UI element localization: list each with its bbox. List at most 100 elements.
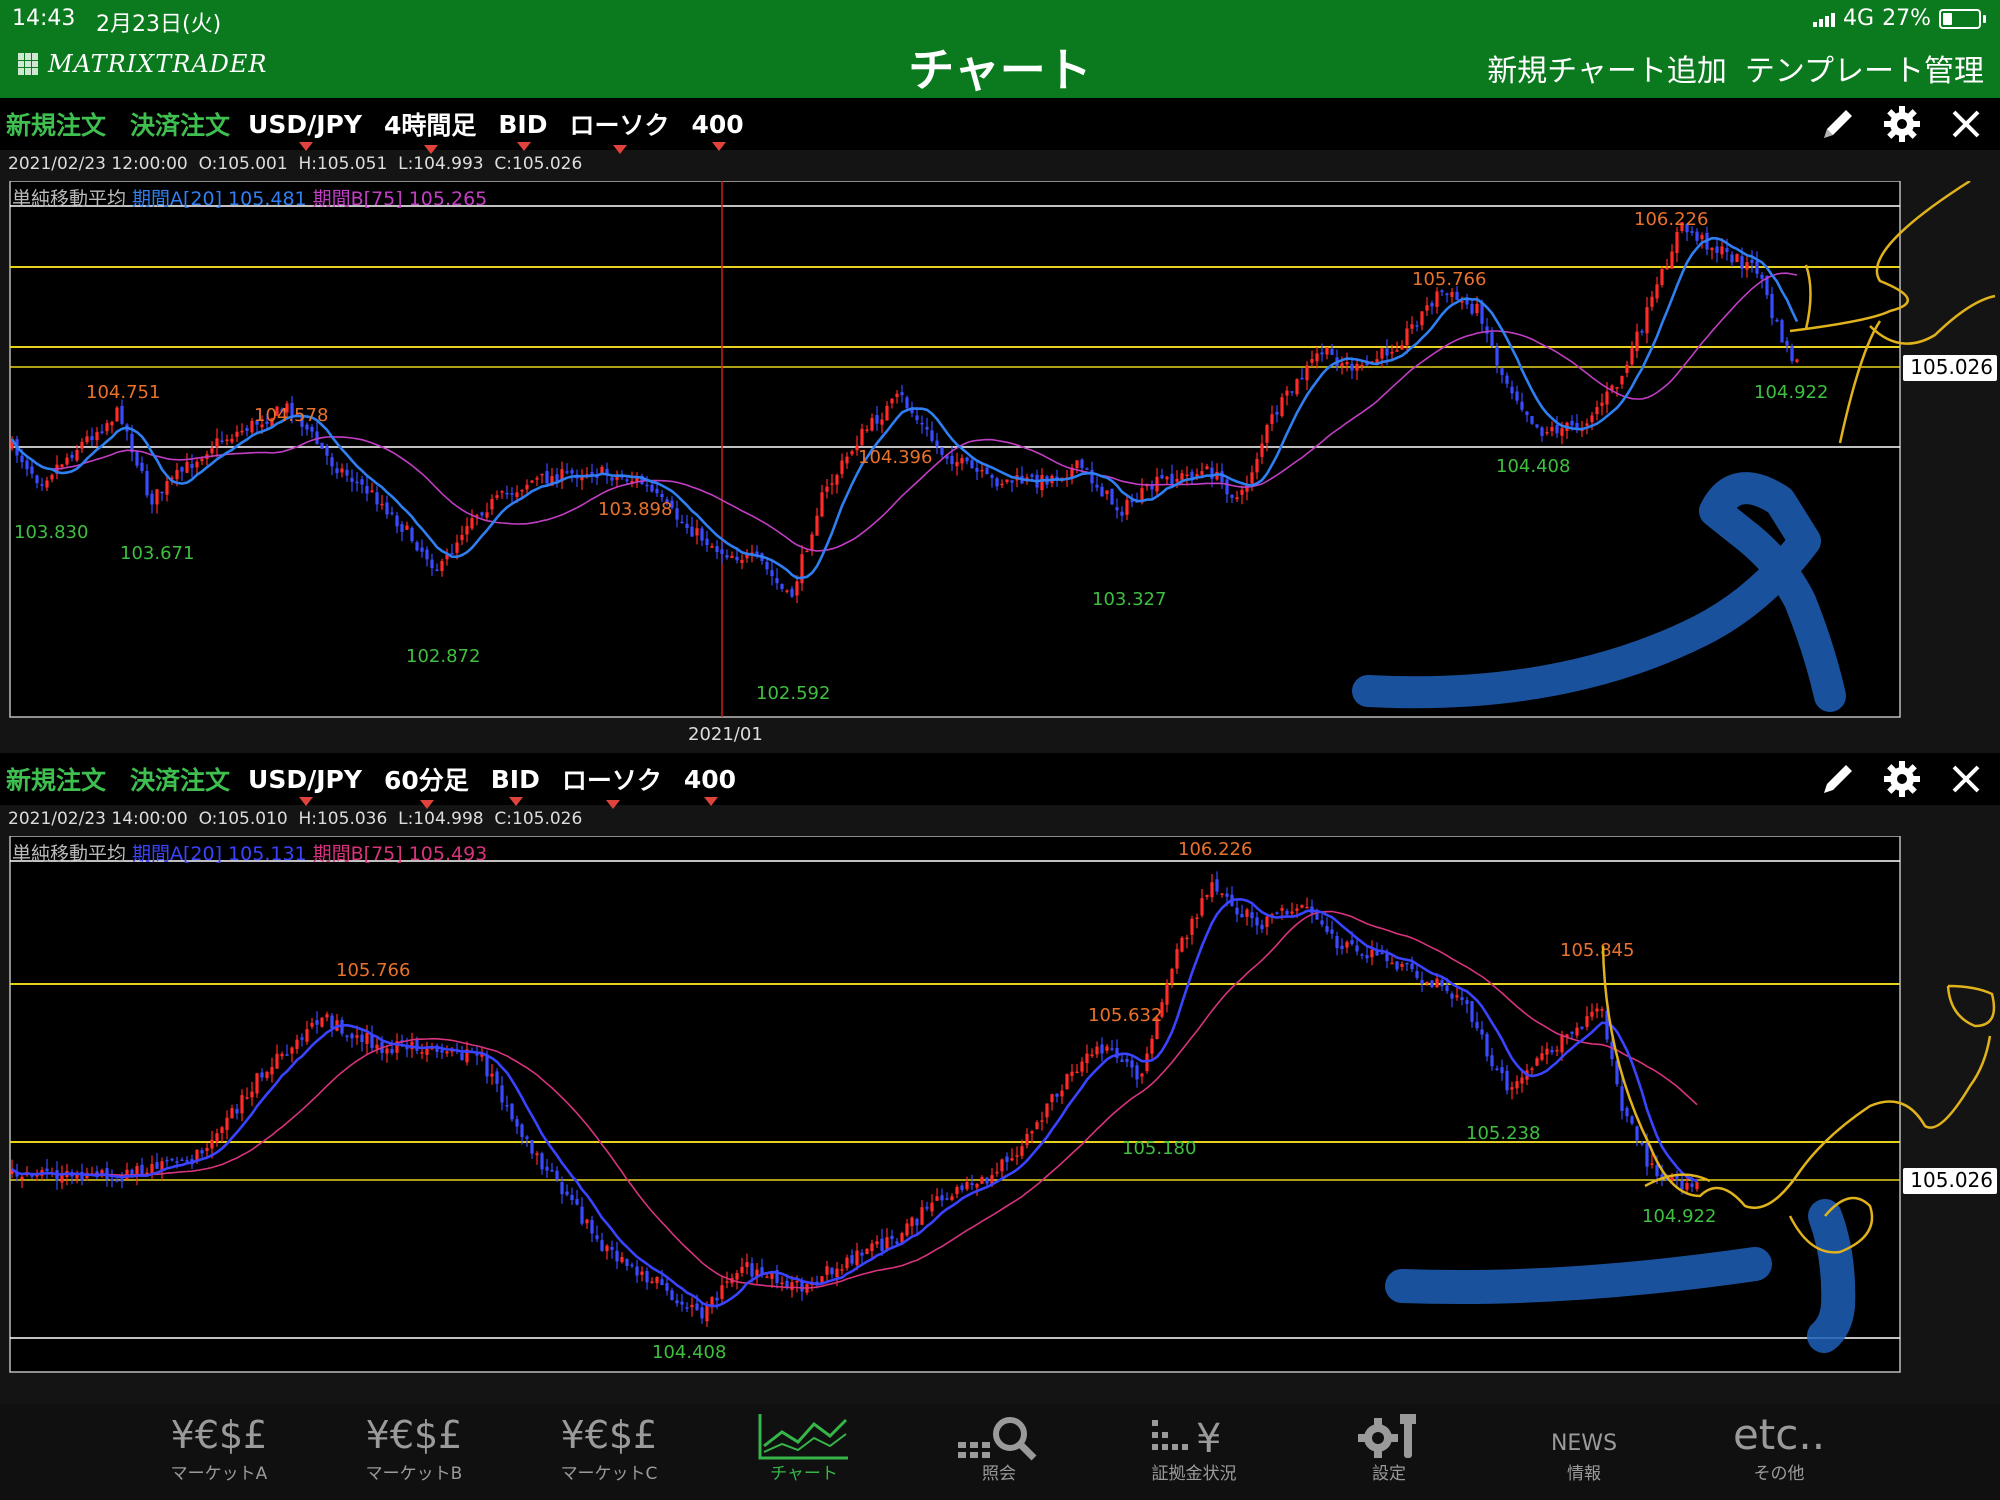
low-label: 104.408 [1496, 456, 1570, 477]
candle-body [1580, 1026, 1584, 1029]
candle-body [200, 1150, 204, 1154]
candle-body [460, 534, 464, 541]
candle-body [675, 1300, 679, 1304]
candle-body [110, 421, 114, 426]
candle-body [835, 1268, 839, 1278]
candle-body [710, 546, 714, 548]
close-order-button[interactable]: 決済注文 [130, 106, 230, 142]
price-type-select[interactable]: BID [498, 110, 547, 151]
candle-body [1265, 424, 1269, 443]
candle-body [105, 423, 109, 432]
tab-market-c[interactable]: ¥€$£ マーケットC [524, 1404, 694, 1500]
candle-body [180, 1159, 184, 1162]
ohlc-readout: 2021/02/23 12:00:00 O:105.001 H:105.051 … [8, 154, 582, 174]
ohlc-close: C:105.026 [494, 809, 583, 829]
candle-body [915, 415, 919, 421]
chart-style-select[interactable]: ローソク [562, 761, 662, 809]
candle-body [1620, 375, 1624, 385]
timeframe-select[interactable]: 4時間足 [384, 106, 476, 154]
new-order-button[interactable]: 新規注文 [6, 106, 106, 142]
candle-body [575, 1199, 579, 1205]
price-type-select[interactable]: BID [491, 765, 540, 806]
bar-count-select[interactable]: 400 [684, 765, 736, 806]
chart-style-select[interactable]: ローソク [569, 106, 669, 154]
candle-body [1485, 1033, 1489, 1057]
ohlc-low: L:104.998 [398, 809, 484, 829]
close-icon[interactable] [1946, 104, 1986, 144]
bar-count-select[interactable]: 400 [691, 110, 744, 151]
candle-body [1275, 411, 1279, 415]
candle-body [1780, 320, 1784, 343]
candle-body [145, 471, 149, 496]
candle-body [720, 1285, 724, 1299]
low-label: 102.872 [406, 646, 480, 667]
template-manage-button[interactable]: テンプレート管理 [1745, 46, 1984, 90]
candle-body [235, 431, 239, 437]
new-order-button[interactable]: 新規注文 [6, 761, 106, 797]
candle-body [1285, 390, 1289, 396]
candle-body [1215, 879, 1219, 892]
timeframe-select[interactable]: 60分足 [384, 761, 469, 809]
candle-body [340, 468, 344, 473]
candle-body [330, 1015, 334, 1029]
candle-body [1355, 945, 1359, 952]
candle-body [260, 1072, 264, 1078]
candle-body [930, 430, 934, 441]
gear-icon[interactable] [1882, 104, 1922, 144]
candle-body [610, 477, 614, 481]
candle-body [430, 559, 434, 569]
candlestick-chart-60m[interactable]: 105.766 106.226 105.632 105.845 105.180 … [0, 836, 2000, 1376]
tab-other[interactable]: etc.. その他 [1694, 1404, 1864, 1500]
candle-body [640, 1271, 644, 1275]
status-right: 4G 27% [1813, 6, 1986, 31]
candle-body [830, 1267, 834, 1275]
candle-body [690, 1304, 694, 1308]
candle-body [960, 457, 964, 464]
candle-body [1330, 348, 1334, 355]
candle-body [495, 1071, 499, 1084]
candle-body [1015, 1155, 1019, 1157]
tab-label: 設定 [1372, 1464, 1406, 1484]
close-icon[interactable] [1946, 759, 1986, 799]
candle-body [1710, 247, 1714, 251]
candle-body [1310, 358, 1314, 363]
candle-body [1225, 893, 1229, 897]
tab-inquiry[interactable]: 照会 [914, 1404, 1084, 1500]
candle-body [330, 457, 334, 467]
high-label: 104.396 [858, 447, 932, 468]
pair-select[interactable]: USD/JPY [248, 110, 362, 151]
close-order-button[interactable]: 決済注文 [130, 761, 230, 797]
tab-chart[interactable]: チャート [719, 1404, 889, 1500]
candlestick-chart-4h[interactable]: 104.751 104.578 103.898 104.396 105.766 … [0, 181, 2000, 741]
candle-body [325, 446, 329, 456]
candle-body [410, 527, 414, 542]
pair-select[interactable]: USD/JPY [248, 765, 362, 806]
pencil-icon[interactable] [1818, 104, 1858, 144]
candle-body [1380, 348, 1384, 359]
tab-market-b[interactable]: ¥€$£ マーケットB [329, 1404, 499, 1500]
candle-body [790, 588, 794, 597]
news-icon: NEWS [1550, 1431, 1618, 1456]
candle-body [1395, 350, 1399, 352]
tab-margin-status[interactable]: ¥ 証拠金状況 [1109, 1404, 1279, 1500]
candle-body [830, 483, 834, 485]
candle-body [1550, 1050, 1554, 1053]
gear-icon[interactable] [1882, 759, 1922, 799]
candle-body [660, 1279, 664, 1285]
candle-body [1450, 993, 1454, 999]
tab-market-a[interactable]: ¥€$£ マーケットA [134, 1404, 304, 1500]
candle-body [1440, 290, 1444, 293]
candle-body [500, 491, 504, 493]
candle-body [585, 1219, 589, 1224]
candle-body [175, 469, 179, 480]
candle-body [230, 438, 234, 443]
tab-news[interactable]: NEWS 情報 [1499, 1404, 1669, 1500]
add-chart-button[interactable]: 新規チャート追加 [1487, 46, 1727, 90]
candle-body [275, 1053, 279, 1069]
candle-body [375, 492, 379, 505]
high-label: 105.766 [1412, 269, 1486, 290]
candle-body [1225, 479, 1229, 495]
tab-settings[interactable]: 設定 [1304, 1404, 1474, 1500]
candle-body [840, 1269, 844, 1271]
pencil-icon[interactable] [1818, 759, 1858, 799]
